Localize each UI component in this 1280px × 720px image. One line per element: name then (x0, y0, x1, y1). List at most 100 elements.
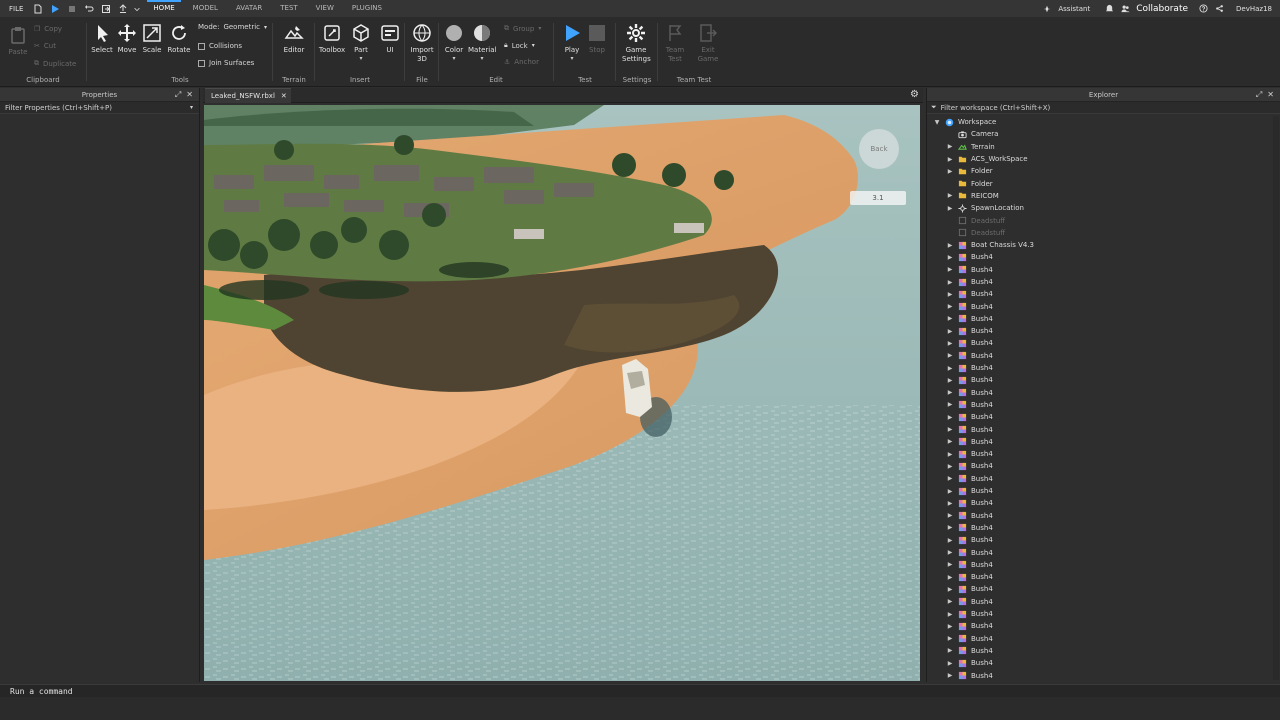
explorer-item[interactable]: ▶ Bush4 (927, 362, 1280, 374)
color-button[interactable]: Color ▾ (440, 23, 468, 62)
explorer-item[interactable]: ▶ Bush4 (927, 300, 1280, 312)
explorer-item[interactable]: ▶ Bush4 (927, 288, 1280, 300)
explorer-filter-input[interactable]: ⏷ Filter workspace (Ctrl+Shift+X) (927, 102, 1280, 114)
tab-test[interactable]: TEST (271, 0, 306, 17)
tab-home[interactable]: HOME (144, 0, 183, 17)
part-button[interactable]: Part ▾ (347, 23, 375, 62)
explorer-item[interactable]: ▼ Workspace (927, 116, 1280, 128)
expand-arrow-right-icon[interactable]: ▶ (946, 377, 954, 384)
quick-play-icon[interactable] (48, 2, 62, 16)
explorer-item[interactable]: ▶ Bush4 (927, 460, 1280, 472)
explorer-item[interactable]: ▶ Bush4 (927, 264, 1280, 276)
explorer-item[interactable]: ▶ Bush4 (927, 350, 1280, 362)
undo-icon[interactable] (82, 2, 96, 16)
paste-button[interactable]: Paste (4, 25, 32, 57)
close-icon[interactable]: ✕ (186, 90, 193, 100)
game-settings-button[interactable]: Game Settings (622, 23, 651, 64)
explorer-item[interactable]: ▶ Bush4 (927, 325, 1280, 337)
explorer-item[interactable]: ▶ Bush4 (927, 571, 1280, 583)
expand-arrow-right-icon[interactable]: ▶ (946, 463, 954, 470)
expand-arrow-down-icon[interactable]: ▼ (933, 119, 941, 126)
expand-arrow-right-icon[interactable]: ▶ (946, 574, 954, 581)
expand-arrow-right-icon[interactable]: ▶ (946, 512, 954, 519)
stop-button[interactable]: Stop (583, 23, 611, 55)
tab-avatar[interactable]: AVATAR (227, 0, 271, 17)
anchor-button[interactable]: ⚓︎ Anchor (504, 58, 539, 66)
expand-arrow-right-icon[interactable]: ▶ (946, 365, 954, 372)
collisions-checkbox[interactable] (198, 42, 205, 50)
explorer-item[interactable]: ▶ Bush4 (927, 436, 1280, 448)
explorer-item[interactable]: ▶ Bush4 (927, 423, 1280, 435)
explorer-item[interactable]: ▶ Bush4 (927, 497, 1280, 509)
expand-arrow-right-icon[interactable]: ▶ (946, 451, 954, 458)
export-icon[interactable] (99, 2, 113, 16)
scene-render[interactable] (204, 105, 920, 681)
explorer-item[interactable]: ▶ Bush4 (927, 596, 1280, 608)
explorer-item[interactable]: ▶ Bush4 (927, 559, 1280, 571)
explorer-item[interactable]: Folder (927, 177, 1280, 189)
explorer-item[interactable]: ▶ Bush4 (927, 337, 1280, 349)
expand-arrow-right-icon[interactable]: ▶ (946, 475, 954, 482)
explorer-item[interactable]: Deadstuff (927, 214, 1280, 226)
tab-model[interactable]: MODEL (184, 0, 227, 17)
explorer-item[interactable]: ▶ Terrain (927, 141, 1280, 153)
expand-arrow-right-icon[interactable]: ▶ (946, 611, 954, 618)
move-button[interactable]: Move (113, 23, 141, 55)
view-cube[interactable]: Back (859, 129, 899, 169)
explorer-item[interactable]: ▶ Bush4 (927, 669, 1280, 681)
new-file-icon[interactable] (31, 2, 45, 16)
help-icon[interactable] (1198, 4, 1208, 14)
play-button[interactable]: Play ▾ (558, 23, 586, 62)
expand-arrow-right-icon[interactable]: ▶ (946, 586, 954, 593)
explorer-item[interactable]: ▶ Bush4 (927, 657, 1280, 669)
expand-arrow-right-icon[interactable]: ▶ (946, 242, 954, 249)
expand-arrow-right-icon[interactable]: ▶ (946, 291, 954, 298)
explorer-item[interactable]: ▶ Bush4 (927, 473, 1280, 485)
notifications-icon[interactable] (1104, 4, 1114, 14)
expand-arrow-right-icon[interactable]: ▶ (946, 279, 954, 286)
explorer-item[interactable]: ▶ Bush4 (927, 510, 1280, 522)
expand-arrow-right-icon[interactable]: ▶ (946, 549, 954, 556)
expand-arrow-right-icon[interactable]: ▶ (946, 672, 954, 679)
explorer-item[interactable]: ▶ Boat Chassis V4.3 (927, 239, 1280, 251)
command-bar[interactable]: Run a command (0, 684, 1280, 697)
3d-viewport[interactable]: Back 3.1 (204, 105, 920, 681)
cut-button[interactable]: ✂ Cut (34, 42, 56, 50)
exit-game-button[interactable]: Exit Game (694, 23, 722, 64)
expand-arrow-right-icon[interactable]: ▶ (946, 192, 954, 199)
explorer-item[interactable]: Camera (927, 128, 1280, 140)
explorer-item[interactable]: ▶ Bush4 (927, 645, 1280, 657)
explorer-item[interactable]: ▶ Bush4 (927, 313, 1280, 325)
explorer-item[interactable]: ▶ Bush4 (927, 546, 1280, 558)
expand-arrow-right-icon[interactable]: ▶ (946, 328, 954, 335)
explorer-item[interactable]: ▶ ACS_WorkSpace (927, 153, 1280, 165)
expand-arrow-right-icon[interactable]: ▶ (946, 623, 954, 630)
explorer-item[interactable]: ▶ Bush4 (927, 387, 1280, 399)
tab-plugins[interactable]: PLUGINS (343, 0, 391, 17)
ui-button[interactable]: UI (376, 23, 404, 55)
expand-arrow-right-icon[interactable]: ▶ (946, 156, 954, 163)
mode-dropdown[interactable]: Mode: Geometric ▾ (198, 23, 267, 31)
material-button[interactable]: Material ▾ (468, 23, 496, 62)
expand-arrow-right-icon[interactable]: ▶ (946, 524, 954, 531)
expand-arrow-right-icon[interactable]: ▶ (946, 340, 954, 347)
explorer-item[interactable]: ▶ Folder (927, 165, 1280, 177)
expand-arrow-right-icon[interactable]: ▶ (946, 352, 954, 359)
explorer-item[interactable]: Deadstuff (927, 227, 1280, 239)
expand-arrow-right-icon[interactable]: ▶ (946, 500, 954, 507)
collaborate-button[interactable]: Collaborate (1136, 4, 1188, 14)
explorer-item[interactable]: ▶ Bush4 (927, 522, 1280, 534)
explorer-item[interactable]: ▶ Bush4 (927, 411, 1280, 423)
expand-arrow-right-icon[interactable]: ▶ (946, 143, 954, 150)
expand-arrow-right-icon[interactable]: ▶ (946, 647, 954, 654)
explorer-item[interactable]: ▶ REICOM (927, 190, 1280, 202)
explorer-item[interactable]: ▶ Bush4 (927, 251, 1280, 263)
expand-arrow-right-icon[interactable]: ▶ (946, 254, 954, 261)
explorer-item[interactable]: ▶ SpawnLocation (927, 202, 1280, 214)
filter-funnel-icon[interactable]: ⏷ (931, 103, 937, 112)
join-surfaces-checkbox[interactable] (198, 59, 205, 67)
group-button[interactable]: ⧉ Group ▾ (504, 24, 541, 33)
publish-icon[interactable] (116, 2, 130, 16)
toolbox-button[interactable]: Toolbox (318, 23, 346, 55)
expand-arrow-right-icon[interactable]: ▶ (946, 315, 954, 322)
